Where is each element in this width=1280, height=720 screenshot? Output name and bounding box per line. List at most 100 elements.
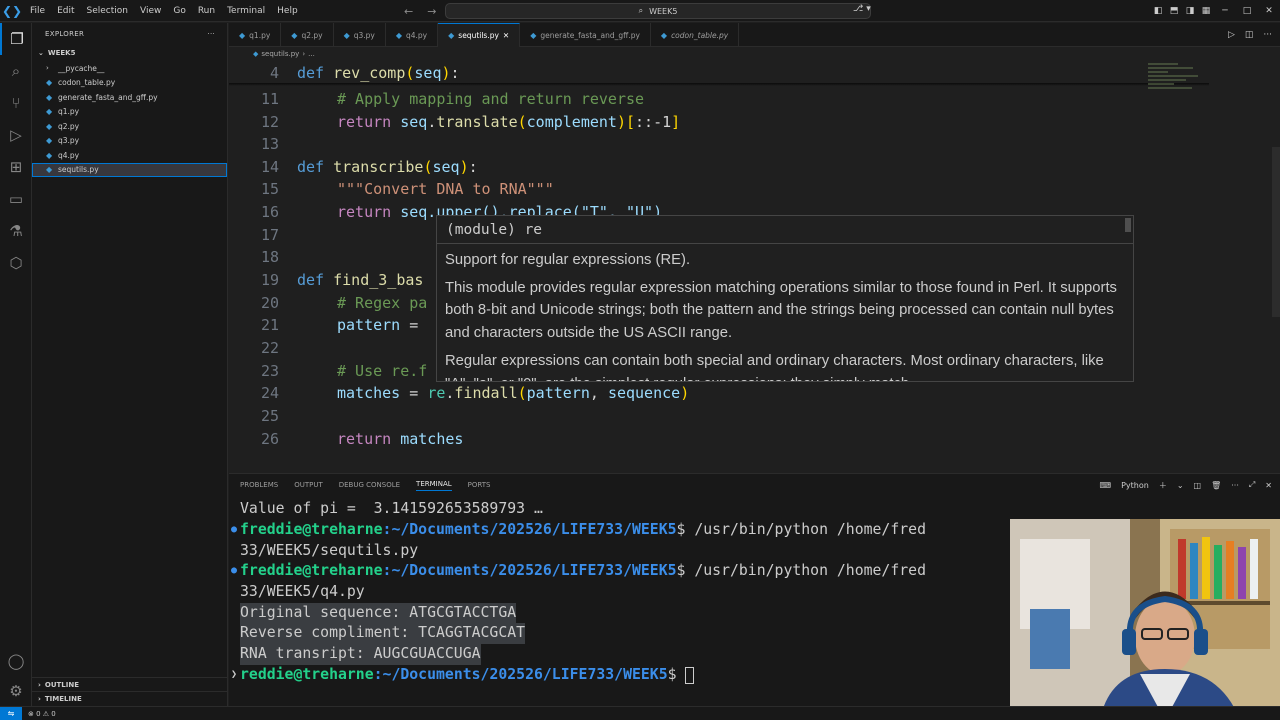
tab-q2[interactable]: ◆ q2.py (281, 23, 334, 47)
tree-item-q1[interactable]: ◆ q1.py (32, 105, 227, 120)
maximize-panel-icon[interactable]: ⤢ (1249, 480, 1255, 490)
minimap[interactable] (1148, 61, 1208, 101)
vscode-logo-icon: ❮❯ (1, 3, 23, 18)
editor-scrollbar[interactable] (1272, 147, 1280, 317)
tab-codon-table[interactable]: ◆ codon_table.py (651, 23, 740, 47)
tab-terminal[interactable]: TERMINAL (416, 480, 452, 491)
tree-item-sequtils[interactable]: ◆ sequtils.py (32, 162, 227, 177)
terminal-cursor (685, 666, 695, 684)
customize-layout-icon[interactable]: ▦ (1198, 6, 1214, 16)
breadcrumb-rest[interactable]: ... (308, 50, 315, 58)
timeline-section[interactable]: › TIMELINE (32, 691, 228, 705)
back-arrow-icon[interactable]: ← (404, 5, 413, 18)
tab-label: q4.py (406, 30, 428, 40)
menu-selection[interactable]: Selection (81, 0, 134, 22)
split-terminal-icon[interactable]: ◫ (1194, 481, 1202, 490)
tab-output[interactable]: OUTPUT (294, 481, 323, 489)
problems-count[interactable]: ⊗ 0 ⚠ 0 (22, 710, 56, 718)
menu-terminal[interactable]: Terminal (221, 0, 271, 22)
layout-panel-icon[interactable]: ⬒ (1166, 6, 1182, 16)
split-editor-icon[interactable]: ◫ (1245, 30, 1254, 40)
manage-gear-icon[interactable]: ⚙ (0, 675, 32, 707)
terminal-line: Reverse compliment: TCAGGTACGCAT (240, 623, 526, 644)
chevron-down-icon: ⌄ (38, 49, 44, 57)
code-line: 14 def transcribe(seq): (229, 156, 1209, 178)
command-center-label: WEEK5 (649, 6, 678, 16)
python-env-icon[interactable]: ⬡ (0, 247, 32, 279)
tree-item-pycache[interactable]: › __pycache__ (32, 61, 227, 76)
chevron-right-icon: › (46, 64, 49, 73)
menu-help[interactable]: Help (271, 0, 304, 22)
tree-item-label: q3.py (58, 136, 80, 146)
run-debug-icon[interactable]: ▷ (0, 119, 32, 151)
line-number: 20 (260, 294, 279, 312)
tab-problems[interactable]: PROBLEMS (240, 481, 278, 489)
source-control-icon[interactable]: ⑂ (0, 87, 32, 119)
kill-terminal-icon[interactable]: 🗑 (1211, 481, 1221, 490)
tab-generate-fasta[interactable]: ◆ generate_fasta_and_gff.py (520, 23, 651, 47)
close-panel-icon[interactable]: ✕ (1265, 481, 1272, 490)
breadcrumb-separator: › (302, 50, 306, 58)
tab-q4[interactable]: ◆ q4.py (386, 23, 439, 47)
close-tab-icon[interactable]: ✕ (503, 31, 509, 40)
more-actions-icon[interactable]: ··· (1263, 30, 1272, 40)
tab-debug-console[interactable]: DEBUG CONSOLE (339, 481, 400, 489)
tree-item-q2[interactable]: ◆ q2.py (32, 119, 227, 134)
menu-run[interactable]: Run (192, 0, 221, 22)
line-number: 11 (260, 90, 279, 108)
outline-section[interactable]: › OUTLINE (32, 677, 228, 691)
remote-indicator-icon[interactable]: ⇋ (0, 706, 22, 720)
tab-q1[interactable]: ◆ q1.py (229, 23, 282, 47)
menu-file[interactable]: File (24, 0, 51, 22)
tree-item-generate-fasta[interactable]: ◆ generate_fasta_and_gff.py (32, 90, 227, 105)
chevron-down-icon[interactable]: ⌄ (1177, 481, 1184, 490)
workspace-folder[interactable]: ⌄ WEEK5 (32, 45, 227, 61)
activity-bar: ❐ ⌕ ⑂ ▷ ⊞ ▭ ⚗ ⬡ ◯ ⚙ (0, 23, 32, 706)
menu-edit[interactable]: Edit (51, 0, 80, 22)
breadcrumb: ◆ sequtils.py › ... (229, 47, 1280, 61)
new-terminal-icon[interactable]: ＋ (1159, 480, 1167, 491)
forward-arrow-icon[interactable]: → (427, 5, 436, 18)
tab-q3[interactable]: ◆ q3.py (334, 23, 386, 47)
prompt-status-icon: ● (231, 524, 238, 535)
explorer-icon[interactable]: ❐ (0, 23, 32, 55)
python-file-icon: ◆ (46, 107, 53, 117)
more-actions-icon[interactable]: ··· (207, 30, 215, 38)
terminal-shell-label[interactable]: Python (1121, 481, 1149, 490)
tree-item-label: generate_fasta_and_gff.py (58, 92, 158, 102)
extensions-icon[interactable]: ⊞ (0, 151, 32, 183)
python-file-icon: ◆ (253, 50, 259, 58)
tree-item-q3[interactable]: ◆ q3.py (32, 134, 227, 149)
search-view-icon[interactable]: ⌕ (0, 55, 32, 87)
line-number: 23 (260, 362, 279, 380)
hover-scrollbar[interactable] (1125, 218, 1131, 232)
tab-ports[interactable]: PORTS (468, 481, 491, 489)
code-text: return seq.translate(complement)[::-1] (337, 113, 681, 131)
layout-sidebar-icon[interactable]: ◧ (1150, 6, 1166, 16)
close-window-icon[interactable]: ✕ (1258, 6, 1280, 16)
line-number: 15 (260, 180, 279, 198)
maximize-icon[interactable]: □ (1236, 6, 1258, 16)
prompt-marker-icon: ❯ (231, 669, 238, 680)
code-text: def find_3_bas (297, 271, 424, 289)
remote-explorer-icon[interactable]: ▭ (0, 183, 32, 215)
testing-icon[interactable]: ⚗ (0, 215, 32, 247)
account-icon[interactable]: ◯ (0, 645, 32, 677)
tree-item-codon-table[interactable]: ◆ codon_table.py (32, 76, 227, 91)
tab-sequtils[interactable]: ◆ sequtils.py ✕ (438, 23, 521, 47)
copilot-icon[interactable]: ⎇ ▾ (853, 4, 871, 14)
run-file-icon[interactable]: ▷ (1228, 30, 1235, 40)
layout-secondary-icon[interactable]: ◨ (1182, 6, 1198, 16)
breadcrumb-file[interactable]: sequtils.py (261, 50, 299, 58)
code-line: 12 return seq.translate(complement)[::-1… (229, 111, 1209, 133)
command-center-search[interactable]: ⌕ WEEK5 (445, 3, 871, 19)
code-text: return matches (337, 430, 464, 448)
minimize-icon[interactable]: ─ (1214, 6, 1236, 16)
tab-label: q1.py (249, 30, 271, 40)
menu-view[interactable]: View (134, 0, 167, 22)
terminal-line: ● freddie@treharne:~/Documents/202526/LIF… (231, 561, 926, 582)
more-actions-icon[interactable]: ··· (1231, 481, 1239, 490)
menu-go[interactable]: Go (167, 0, 191, 22)
chevron-right-icon: › (38, 680, 41, 689)
tree-item-q4[interactable]: ◆ q4.py (32, 148, 227, 163)
